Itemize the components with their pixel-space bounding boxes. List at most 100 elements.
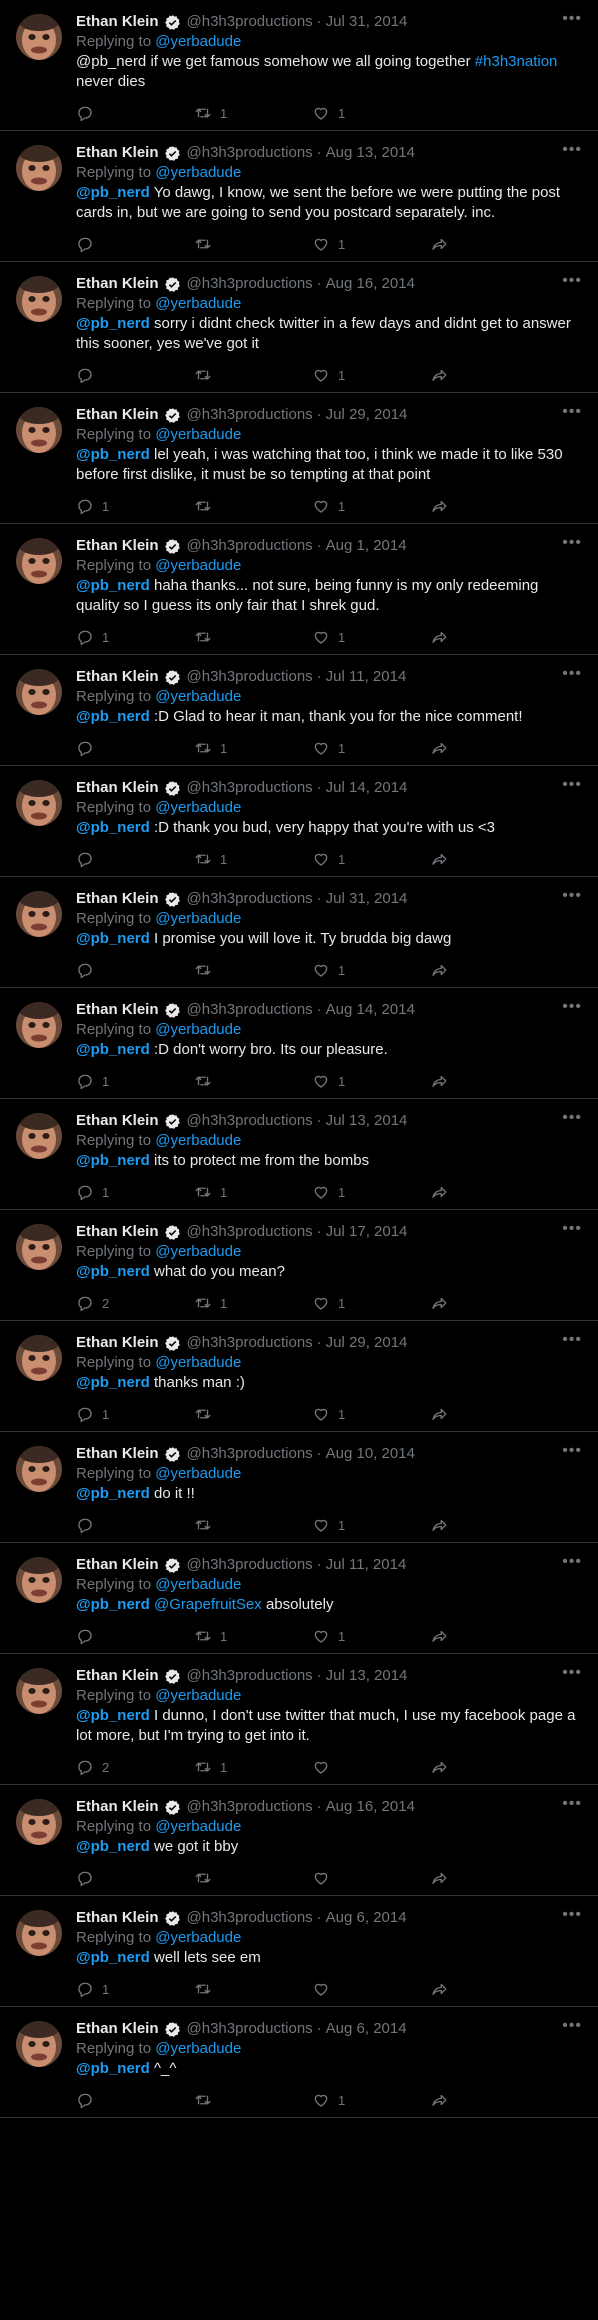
reply-button[interactable] xyxy=(76,1516,194,1534)
like-button[interactable]: 1 xyxy=(312,1627,430,1645)
reply-button[interactable]: 1 xyxy=(76,1980,194,1998)
tweet-date[interactable]: Aug 16, 2014 xyxy=(326,274,415,294)
tweet[interactable]: ••• Ethan Klein @h3h3productions · Jul 1… xyxy=(0,1210,598,1321)
more-icon[interactable]: ••• xyxy=(562,1796,582,1812)
more-icon[interactable]: ••• xyxy=(562,666,582,682)
share-button[interactable] xyxy=(430,366,548,384)
author-name[interactable]: Ethan Klein xyxy=(76,2019,159,2039)
more-icon[interactable]: ••• xyxy=(562,1554,582,1570)
reply-button[interactable]: 1 xyxy=(76,1405,194,1423)
replying-to-link[interactable]: @yerbadude xyxy=(155,1929,241,1946)
like-button[interactable]: 1 xyxy=(312,850,430,868)
author-handle[interactable]: @h3h3productions xyxy=(187,143,313,163)
author-handle[interactable]: @h3h3productions xyxy=(187,405,313,425)
mention-link[interactable]: @pb_nerd xyxy=(76,1838,150,1855)
mention-link[interactable]: @pb_nerd xyxy=(76,1949,150,1966)
tweet[interactable]: ••• Ethan Klein @h3h3productions · Aug 1… xyxy=(0,1785,598,1896)
author-name[interactable]: Ethan Klein xyxy=(76,1000,159,1020)
like-button[interactable]: 1 xyxy=(312,1516,430,1534)
author-handle[interactable]: @h3h3productions xyxy=(187,12,313,32)
retweet-button[interactable] xyxy=(194,235,312,253)
more-icon[interactable]: ••• xyxy=(562,777,582,793)
replying-to-link[interactable]: @yerbadude xyxy=(155,295,241,312)
reply-button[interactable]: 1 xyxy=(76,497,194,515)
author-handle[interactable]: @h3h3productions xyxy=(187,1555,313,1575)
author-handle[interactable]: @h3h3productions xyxy=(187,274,313,294)
reply-button[interactable]: 1 xyxy=(76,628,194,646)
mention-link[interactable]: @pb_nerd xyxy=(76,819,150,836)
share-button[interactable] xyxy=(430,1072,548,1090)
tweet[interactable]: ••• Ethan Klein @h3h3productions · Jul 1… xyxy=(0,1543,598,1654)
tweet[interactable]: ••• Ethan Klein @h3h3productions · Jul 1… xyxy=(0,1654,598,1785)
tweet-date[interactable]: Aug 1, 2014 xyxy=(326,536,407,556)
more-icon[interactable]: ••• xyxy=(562,2018,582,2034)
author-name[interactable]: Ethan Klein xyxy=(76,1444,159,1464)
mention-link[interactable]: @pb_nerd xyxy=(76,1485,150,1502)
tweet-date[interactable]: Jul 17, 2014 xyxy=(326,1222,408,1242)
mention-link[interactable]: @pb_nerd xyxy=(76,1152,150,1169)
avatar[interactable] xyxy=(16,538,62,584)
tweet-date[interactable]: Jul 13, 2014 xyxy=(326,1666,408,1686)
more-icon[interactable]: ••• xyxy=(562,888,582,904)
retweet-button[interactable] xyxy=(194,1980,312,1998)
avatar[interactable] xyxy=(16,780,62,826)
author-name[interactable]: Ethan Klein xyxy=(76,143,159,163)
reply-button[interactable]: 1 xyxy=(76,1072,194,1090)
more-icon[interactable]: ••• xyxy=(562,999,582,1015)
author-handle[interactable]: @h3h3productions xyxy=(187,1111,313,1131)
author-handle[interactable]: @h3h3productions xyxy=(187,1444,313,1464)
replying-to-link[interactable]: @yerbadude xyxy=(155,688,241,705)
like-button[interactable] xyxy=(312,1758,430,1776)
share-button[interactable] xyxy=(430,1869,548,1887)
reply-button[interactable] xyxy=(76,961,194,979)
share-button[interactable] xyxy=(430,1294,548,1312)
replying-to-link[interactable]: @yerbadude xyxy=(155,1818,241,1835)
reply-button[interactable] xyxy=(76,366,194,384)
like-button[interactable]: 1 xyxy=(312,961,430,979)
mention-link[interactable]: @pb_nerd xyxy=(76,1263,150,1280)
avatar[interactable] xyxy=(16,1668,62,1714)
more-icon[interactable]: ••• xyxy=(562,1332,582,1348)
avatar[interactable] xyxy=(16,1557,62,1603)
tweet[interactable]: ••• Ethan Klein @h3h3productions · Aug 1… xyxy=(0,1432,598,1543)
more-icon[interactable]: ••• xyxy=(562,1665,582,1681)
tweet-date[interactable]: Aug 13, 2014 xyxy=(326,143,415,163)
author-handle[interactable]: @h3h3productions xyxy=(187,778,313,798)
author-name[interactable]: Ethan Klein xyxy=(76,1222,159,1242)
tweet[interactable]: ••• Ethan Klein @h3h3productions · Aug 1… xyxy=(0,131,598,262)
tweet-date[interactable]: Jul 29, 2014 xyxy=(326,1333,408,1353)
more-icon[interactable]: ••• xyxy=(562,142,582,158)
replying-to-link[interactable]: @yerbadude xyxy=(155,1243,241,1260)
reply-button[interactable]: 1 xyxy=(76,1183,194,1201)
tweet-date[interactable]: Aug 6, 2014 xyxy=(326,2019,407,2039)
retweet-button[interactable] xyxy=(194,1072,312,1090)
avatar[interactable] xyxy=(16,14,62,60)
tweet[interactable]: ••• Ethan Klein @h3h3productions · Aug 1… xyxy=(0,262,598,393)
mention-link[interactable]: @pb_nerd xyxy=(76,315,150,332)
reply-button[interactable] xyxy=(76,235,194,253)
reply-button[interactable] xyxy=(76,739,194,757)
reply-button[interactable] xyxy=(76,1869,194,1887)
author-handle[interactable]: @h3h3productions xyxy=(187,1666,313,1686)
share-button[interactable] xyxy=(430,235,548,253)
more-icon[interactable]: ••• xyxy=(562,1907,582,1923)
avatar[interactable] xyxy=(16,1446,62,1492)
retweet-button[interactable]: 1 xyxy=(194,739,312,757)
more-icon[interactable]: ••• xyxy=(562,535,582,551)
tweet-date[interactable]: Jul 31, 2014 xyxy=(326,12,408,32)
mention-link[interactable]: @pb_nerd xyxy=(76,1041,150,1058)
reply-button[interactable] xyxy=(76,104,194,122)
author-handle[interactable]: @h3h3productions xyxy=(187,1333,313,1353)
author-name[interactable]: Ethan Klein xyxy=(76,1333,159,1353)
avatar[interactable] xyxy=(16,1335,62,1381)
replying-to-link[interactable]: @yerbadude xyxy=(155,1354,241,1371)
mention-link[interactable]: @pb_nerd xyxy=(76,446,150,463)
retweet-button[interactable]: 1 xyxy=(194,1627,312,1645)
share-button[interactable] xyxy=(430,739,548,757)
retweet-button[interactable] xyxy=(194,366,312,384)
like-button[interactable]: 1 xyxy=(312,497,430,515)
like-button[interactable] xyxy=(312,1869,430,1887)
author-name[interactable]: Ethan Klein xyxy=(76,1908,159,1928)
like-button[interactable]: 1 xyxy=(312,1183,430,1201)
more-icon[interactable]: ••• xyxy=(562,11,582,27)
